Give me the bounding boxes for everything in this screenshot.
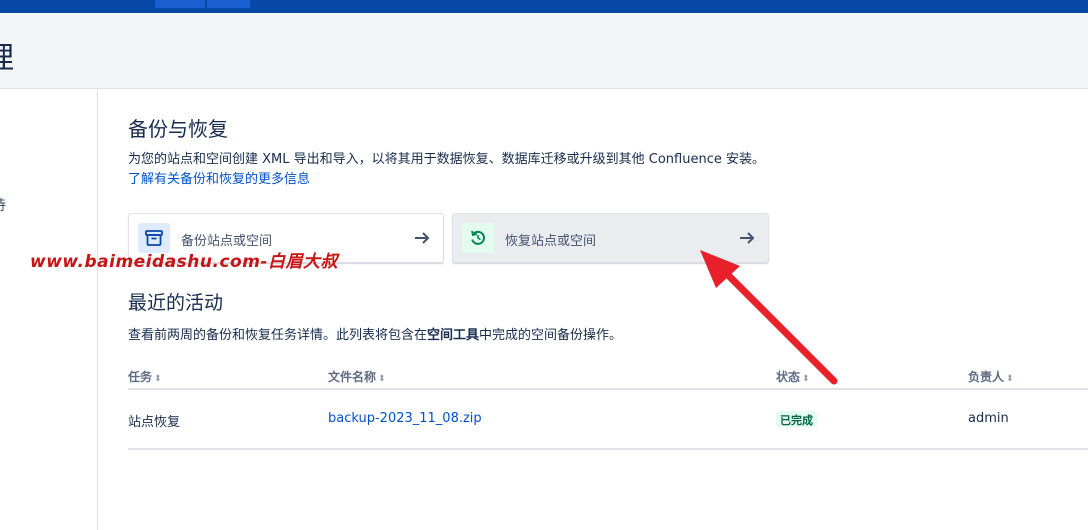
subtitle-text: 查看前两周的备份和恢复任务详情。此列表将包含在 — [128, 328, 428, 343]
arrow-right-icon — [415, 232, 430, 244]
sort-icon: ⬍ — [802, 374, 810, 384]
column-header-task[interactable]: 任务 ⬍ — [128, 368, 162, 385]
table-row-divider — [128, 448, 1088, 450]
description-text: 为您的站点和空间创建 XML 导出和导入，以将其用于数据恢复、数据库迁移或升级到… — [128, 152, 765, 167]
arrow-right-icon — [740, 232, 755, 244]
sort-icon: ⬍ — [154, 374, 162, 384]
restore-card-label: 恢复站点或空间 — [505, 234, 597, 249]
main-content: 备份与恢复 为您的站点和空间创建 XML 导出和导入，以将其用于数据恢复、数据库… — [128, 89, 1088, 530]
restore-card[interactable]: 恢复站点或空间 — [452, 213, 769, 263]
learn-more-link[interactable]: 了解有关备份和恢复的更多信息 — [128, 172, 310, 187]
watermark-text: www.baimeidashu.com-白眉大叔 — [30, 252, 338, 272]
column-header-status[interactable]: 状态 ⬍ — [776, 368, 810, 385]
recent-activity-title: 最近的活动 — [128, 292, 224, 314]
column-header-file[interactable]: 文件名称 ⬍ — [328, 368, 386, 385]
column-header-label: 状态 — [776, 370, 801, 384]
page-title: 理 — [0, 33, 14, 77]
recent-activity-subtitle: 查看前两周的备份和恢复任务详情。此列表将包含在空间工具中完成的空间备份操作。 — [128, 324, 622, 343]
section-title: 备份与恢复 — [128, 117, 228, 141]
subtitle-bold-text: 空间工具 — [427, 328, 480, 343]
subtitle-text: 中完成的空间备份操作。 — [479, 328, 623, 343]
sidebar-item-label[interactable]: 待 — [0, 195, 6, 215]
section-description: 为您的站点和空间创建 XML 导出和导入，以将其用于数据恢复、数据库迁移或升级到… — [128, 150, 778, 190]
nav-button[interactable] — [155, 0, 205, 8]
restore-icon — [462, 223, 494, 253]
page-header: 理 — [0, 13, 1088, 89]
column-header-owner[interactable]: 负责人 ⬍ — [968, 368, 1014, 385]
nav-button[interactable] — [207, 0, 250, 8]
task-cell: 站点恢复 — [128, 415, 181, 430]
top-navigation-bar — [0, 0, 1088, 13]
sort-icon: ⬍ — [378, 374, 386, 384]
owner-cell: admin — [968, 411, 1009, 426]
column-header-label: 负责人 — [968, 370, 1005, 384]
file-link[interactable]: backup-2023_11_08.zip — [328, 411, 482, 426]
table-header-divider — [128, 388, 1088, 390]
column-header-label: 任务 — [128, 370, 153, 384]
sidebar: 待 — [0, 89, 98, 530]
sort-icon: ⬍ — [1006, 374, 1014, 384]
column-header-label: 文件名称 — [328, 370, 377, 384]
status-badge: 已完成 — [776, 411, 817, 427]
